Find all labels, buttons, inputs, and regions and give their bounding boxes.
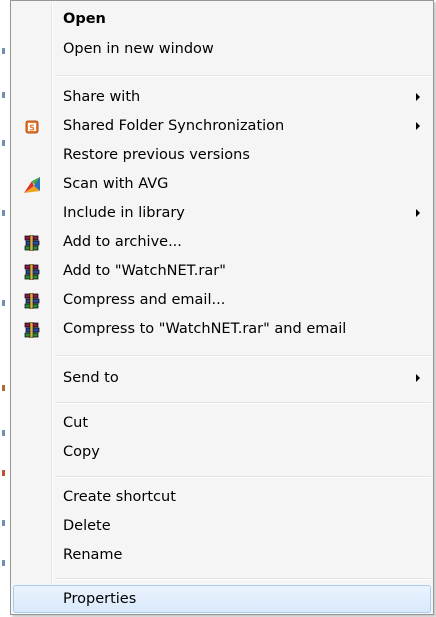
menu-item-label: Shared Folder Synchronization bbox=[63, 118, 285, 134]
desktop-mark bbox=[2, 520, 5, 526]
winrar-books-icon bbox=[24, 263, 40, 281]
desktop-mark bbox=[2, 92, 5, 98]
winrar-books-icon bbox=[24, 321, 40, 339]
menu-item-share-with[interactable]: Share with bbox=[13, 83, 431, 111]
menu-item-compress-to-rar-and-email[interactable]: Compress to "WatchNET.rar" and email bbox=[13, 315, 431, 343]
menu-item-open[interactable]: Open bbox=[13, 5, 431, 33]
menu-item-label: Restore previous versions bbox=[63, 147, 250, 163]
svg-text:S: S bbox=[29, 124, 35, 133]
menu-item-label: Compress and email... bbox=[63, 292, 226, 308]
desktop-mark bbox=[2, 48, 5, 54]
menu-item-label: Create shortcut bbox=[63, 489, 176, 505]
menu-item-properties[interactable]: Properties bbox=[13, 585, 431, 613]
menu-separator bbox=[55, 476, 431, 478]
sync-s-icon: S bbox=[24, 119, 40, 135]
submenu-arrow-icon bbox=[416, 209, 420, 217]
menu-item-label: Include in library bbox=[63, 205, 185, 221]
menu-item-open-new-window[interactable]: Open in new window bbox=[13, 35, 431, 63]
desktop-mark bbox=[2, 430, 5, 436]
menu-item-label: Delete bbox=[63, 518, 111, 534]
menu-item-label: Share with bbox=[63, 89, 141, 105]
menu-item-delete[interactable]: Delete bbox=[13, 512, 431, 540]
menu-item-label: Add to archive... bbox=[63, 234, 182, 250]
context-menu: Open Open in new window Share with S Sha… bbox=[10, 0, 434, 615]
desktop-mark bbox=[2, 560, 5, 566]
menu-item-label: Rename bbox=[63, 547, 123, 563]
menu-item-send-to[interactable]: Send to bbox=[13, 364, 431, 392]
desktop-mark bbox=[2, 470, 5, 476]
avg-icon bbox=[24, 177, 40, 193]
menu-item-label: Add to "WatchNET.rar" bbox=[63, 263, 226, 279]
menu-item-rename[interactable]: Rename bbox=[13, 541, 431, 569]
submenu-arrow-icon bbox=[416, 374, 420, 382]
menu-item-compress-and-email[interactable]: Compress and email... bbox=[13, 286, 431, 314]
menu-item-label: Open bbox=[63, 11, 106, 27]
menu-separator bbox=[55, 355, 431, 357]
menu-item-label: Cut bbox=[63, 415, 88, 431]
menu-item-label: Send to bbox=[63, 370, 119, 386]
menu-item-copy[interactable]: Copy bbox=[13, 438, 431, 466]
menu-item-include-in-library[interactable]: Include in library bbox=[13, 199, 431, 227]
submenu-arrow-icon bbox=[416, 93, 420, 101]
menu-item-label: Properties bbox=[63, 591, 137, 607]
desktop-mark bbox=[2, 210, 5, 216]
desktop-background-strip bbox=[0, 0, 10, 617]
menu-item-cut[interactable]: Cut bbox=[13, 409, 431, 437]
winrar-books-icon bbox=[24, 292, 40, 310]
menu-item-add-to-archive[interactable]: Add to archive... bbox=[13, 228, 431, 256]
submenu-arrow-icon bbox=[416, 122, 420, 130]
menu-item-label: Open in new window bbox=[63, 41, 214, 57]
menu-item-label: Scan with AVG bbox=[63, 176, 169, 192]
winrar-books-icon bbox=[24, 234, 40, 252]
menu-item-add-to-rar[interactable]: Add to "WatchNET.rar" bbox=[13, 257, 431, 285]
menu-separator bbox=[55, 578, 431, 580]
menu-item-label: Compress to "WatchNET.rar" and email bbox=[63, 321, 347, 337]
menu-item-restore-previous-versions[interactable]: Restore previous versions bbox=[13, 141, 431, 169]
menu-item-create-shortcut[interactable]: Create shortcut bbox=[13, 483, 431, 511]
menu-item-scan-avg[interactable]: Scan with AVG bbox=[13, 170, 431, 198]
desktop-mark bbox=[2, 140, 5, 146]
menu-separator bbox=[55, 402, 431, 404]
menu-separator bbox=[55, 75, 431, 77]
menu-item-label: Copy bbox=[63, 444, 100, 460]
desktop-mark bbox=[2, 300, 5, 306]
desktop-mark bbox=[2, 385, 5, 391]
menu-item-shared-folder-sync[interactable]: S Shared Folder Synchronization bbox=[13, 112, 431, 140]
